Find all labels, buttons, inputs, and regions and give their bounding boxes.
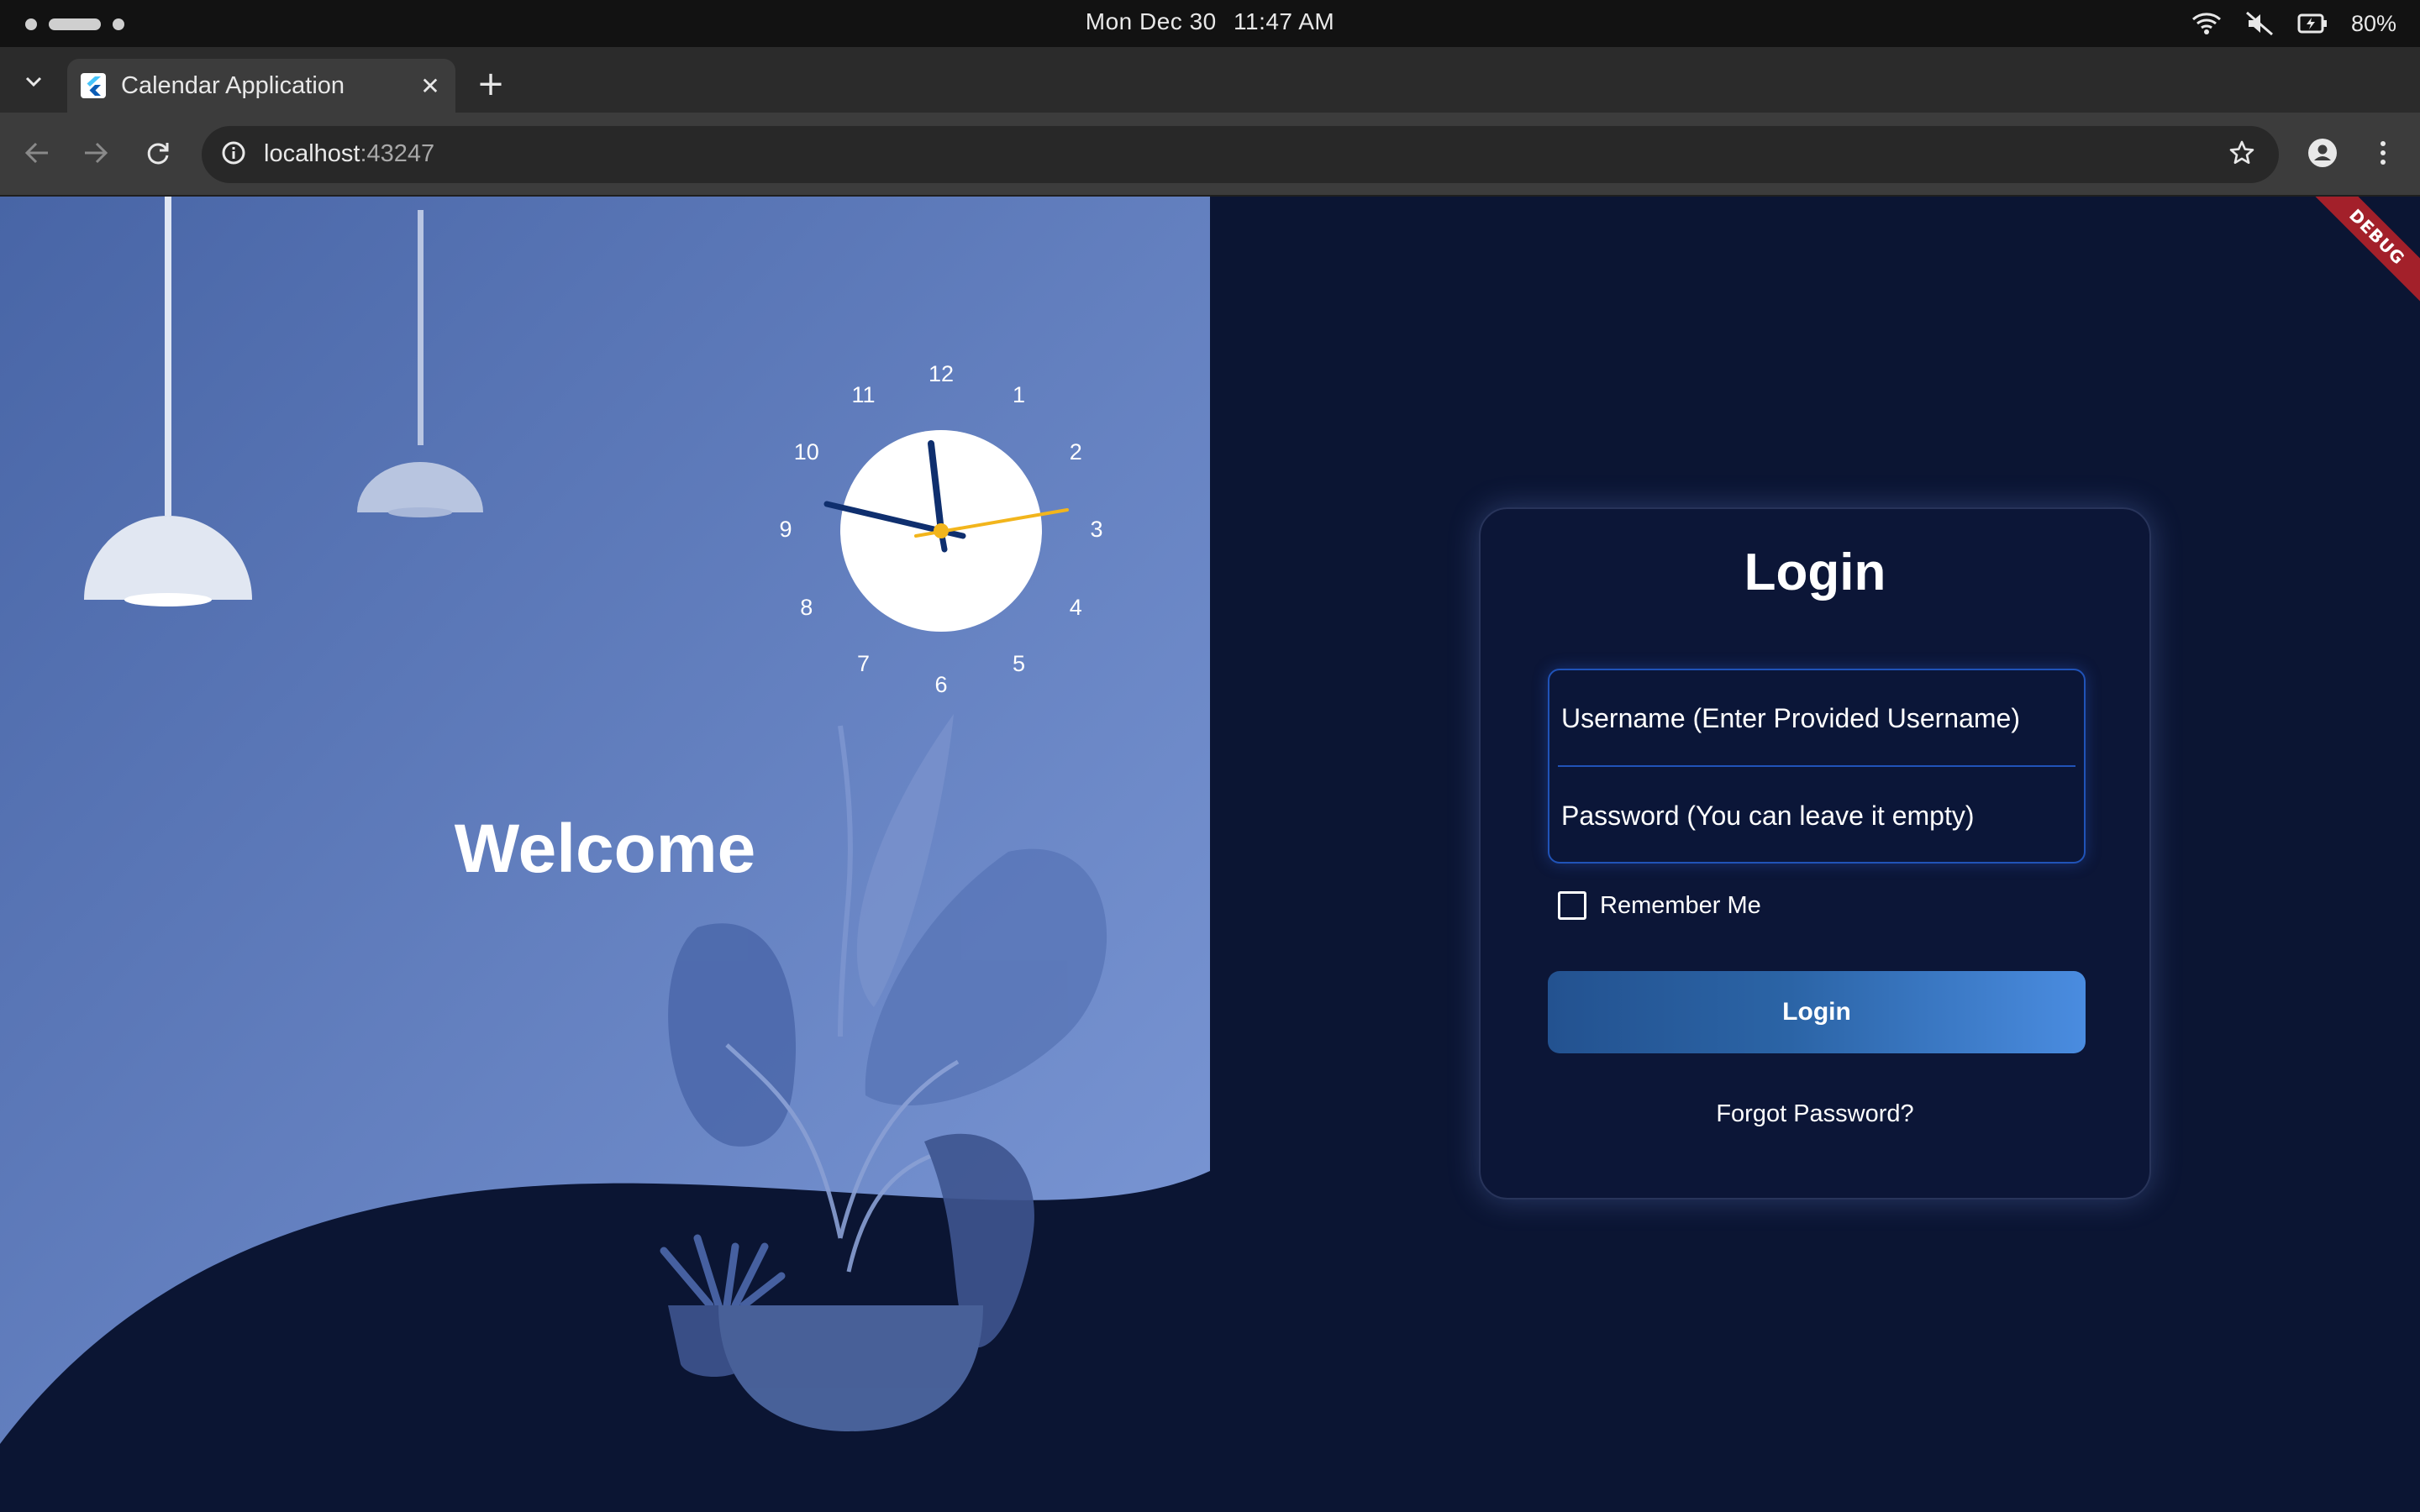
forward-button[interactable] bbox=[76, 134, 116, 175]
remember-me-row[interactable]: Remember Me bbox=[1558, 889, 1761, 922]
login-button[interactable]: Login bbox=[1548, 971, 2086, 1053]
bookmark-star-icon bbox=[2228, 139, 2255, 170]
menu-icon bbox=[2380, 140, 2386, 169]
welcome-panel: 12 1 2 3 4 5 6 7 8 9 10 11 Welcome bbox=[0, 197, 1210, 1512]
forgot-password-link[interactable]: Forgot Password? bbox=[1481, 1100, 2149, 1128]
battery-icon bbox=[2297, 13, 2328, 34]
battery-percentage: 80% bbox=[2350, 10, 2396, 36]
mute-icon bbox=[2245, 11, 2274, 36]
close-tab-icon[interactable]: ✕ bbox=[413, 69, 447, 102]
os-clock[interactable]: Mon Dec 30 11:47 AM bbox=[0, 8, 2420, 35]
clock-numeral: 11 bbox=[851, 381, 876, 407]
url-host: localhost bbox=[264, 140, 360, 167]
remember-me-label: Remember Me bbox=[1600, 891, 1761, 919]
reload-button[interactable] bbox=[138, 134, 178, 175]
password-input[interactable]: Password (You can leave it empty) bbox=[1549, 768, 2084, 864]
reload-icon bbox=[145, 140, 171, 169]
clock-numeral: 2 bbox=[1069, 438, 1082, 465]
app-canvas: 12 1 2 3 4 5 6 7 8 9 10 11 Welcome DEBUG Login User… bbox=[0, 197, 2420, 1512]
username-input[interactable]: Username (Enter Provided Username) bbox=[1549, 670, 2084, 766]
clock-numeral: 12 bbox=[928, 361, 955, 386]
tab-search-button[interactable] bbox=[12, 60, 55, 104]
tab-search-icon bbox=[24, 75, 43, 91]
back-icon bbox=[24, 141, 50, 168]
clock-numeral: 8 bbox=[800, 594, 813, 620]
clock-numeral: 5 bbox=[1012, 651, 1026, 677]
clock-numeral: 9 bbox=[779, 517, 792, 542]
browser-toolbar: localhost:43247 bbox=[0, 113, 2420, 197]
os-time: 11:47 AM bbox=[1234, 8, 1335, 34]
debug-banner: DEBUG bbox=[2291, 197, 2420, 323]
flutter-icon bbox=[81, 73, 106, 98]
url-text[interactable]: localhost:43247 bbox=[264, 140, 434, 168]
tab-title: Calendar Application bbox=[121, 71, 345, 99]
clock-numeral: 1 bbox=[1012, 381, 1026, 407]
bookmark-button[interactable] bbox=[2223, 136, 2260, 173]
clock-numeral: 3 bbox=[1090, 517, 1103, 542]
clock-numeral: 7 bbox=[856, 651, 871, 677]
login-fields-group: Username (Enter Provided Username) Passw… bbox=[1548, 669, 2086, 864]
clock-numeral: 4 bbox=[1069, 594, 1082, 620]
os-top-bar: Mon Dec 30 11:47 AM 80% bbox=[0, 0, 2420, 47]
clock-center-pin bbox=[934, 523, 949, 538]
clock-numeral: 6 bbox=[934, 672, 948, 697]
profile-button[interactable] bbox=[2302, 134, 2343, 175]
back-button[interactable] bbox=[17, 134, 57, 175]
profile-icon bbox=[2307, 138, 2338, 171]
system-tray[interactable]: 80% bbox=[2191, 8, 2396, 39]
address-bar[interactable]: localhost:43247 bbox=[202, 126, 2279, 183]
remember-me-checkbox[interactable] bbox=[1558, 891, 1586, 920]
clock-numeral: 10 bbox=[793, 438, 819, 465]
forward-icon bbox=[83, 141, 108, 168]
wifi-icon bbox=[2191, 11, 2222, 36]
info-icon bbox=[221, 140, 246, 169]
os-date: Mon Dec 30 bbox=[1085, 8, 1217, 34]
browser-tab-strip: Calendar Application ✕ + bbox=[0, 47, 2420, 113]
login-card: Login Username (Enter Provided Username)… bbox=[1479, 507, 2151, 1200]
url-port: :43247 bbox=[360, 140, 435, 167]
login-title: Login bbox=[1744, 543, 1886, 601]
new-tab-button[interactable]: + bbox=[471, 64, 511, 104]
browser-menu-button[interactable] bbox=[2363, 134, 2403, 175]
browser-tab[interactable]: Calendar Application ✕ bbox=[67, 59, 455, 113]
site-info-button[interactable] bbox=[215, 136, 252, 173]
welcome-heading: Welcome bbox=[454, 811, 756, 887]
field-divider bbox=[1558, 765, 2075, 767]
